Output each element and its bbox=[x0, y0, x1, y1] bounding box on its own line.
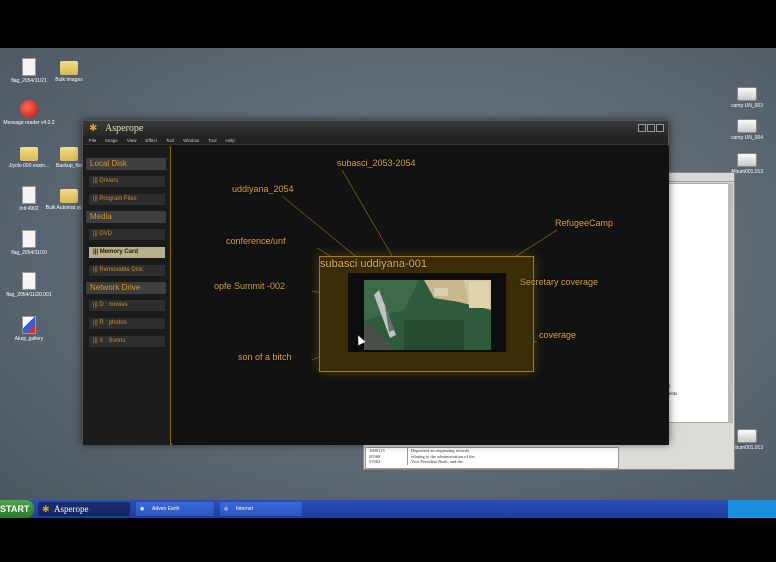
sidebar-item-movies[interactable]: ||| D : movies bbox=[89, 300, 165, 311]
document-icon bbox=[22, 230, 36, 248]
aerial-photo-thumbnail[interactable] bbox=[364, 280, 491, 350]
close-button[interactable] bbox=[656, 124, 664, 132]
document-table: 1000113 Deposited an requesting records 2… bbox=[365, 447, 619, 469]
app-icon bbox=[20, 100, 38, 118]
desktop-icon[interactable]: camp UN_003 bbox=[718, 84, 776, 109]
drive-icon bbox=[737, 429, 757, 443]
maximize-button[interactable] bbox=[647, 124, 655, 132]
tag-label[interactable]: conference/unf bbox=[226, 236, 286, 246]
menu-tool[interactable]: Tool bbox=[166, 136, 174, 144]
menu-image[interactable]: Image bbox=[105, 136, 118, 144]
menu-help[interactable]: Help bbox=[225, 136, 234, 144]
desktop-icon[interactable]: flag_2054/11/20.001 bbox=[0, 272, 58, 298]
desktop-icon[interactable]: Message reader v4.0.2 bbox=[0, 100, 58, 126]
start-button[interactable]: START bbox=[0, 500, 34, 518]
sidebar-item-drivers[interactable]: ||| Drivers bbox=[89, 176, 165, 187]
document-icon bbox=[22, 58, 36, 76]
minimize-button[interactable] bbox=[638, 124, 646, 132]
menu-effect[interactable]: Effect bbox=[145, 136, 156, 144]
document-icon bbox=[22, 272, 36, 290]
asperope-logo-icon: ✱ bbox=[89, 123, 98, 134]
folder-icon bbox=[60, 61, 78, 75]
taskbar-item-internet[interactable]: ◎ Internet bbox=[220, 502, 302, 516]
tag-label[interactable]: RefugeeCamp bbox=[555, 218, 613, 228]
drive-icon bbox=[737, 153, 757, 167]
globe-icon: ◉ bbox=[140, 506, 145, 512]
document-icon bbox=[22, 186, 36, 204]
menu-window[interactable]: Window bbox=[183, 136, 199, 144]
sidebar-header-network-drive[interactable]: Network Drive bbox=[86, 282, 166, 294]
tag-label[interactable]: Secretary coverage bbox=[520, 277, 598, 287]
tag-label[interactable]: son of a bitch bbox=[238, 352, 292, 362]
system-tray bbox=[728, 500, 776, 518]
tag-map-canvas[interactable]: subasci_2053-2054 uddiyana_2054 RefugeeC… bbox=[172, 146, 669, 445]
sidebar-item-sonns[interactable]: ||| X : Sonns bbox=[89, 336, 165, 347]
aerial-photo bbox=[364, 280, 491, 350]
browser-icon: ◎ bbox=[224, 506, 229, 512]
asperope-window[interactable]: ✱ Asperope File Image View Effect Tool W… bbox=[82, 120, 669, 445]
table-row: 57063 Vice President Bush, and the bbox=[366, 459, 618, 465]
menu-file[interactable]: File bbox=[89, 136, 96, 144]
sidebar-item-dvd[interactable]: ||| DVD bbox=[89, 229, 165, 240]
document-scrollbar[interactable] bbox=[728, 183, 733, 423]
sidebar-item-removable-disk[interactable]: ||| Removable Disk bbox=[89, 265, 165, 276]
sidebar-item-program-files[interactable]: ||| Program Files bbox=[89, 194, 165, 205]
tag-label[interactable]: coverage bbox=[539, 330, 576, 340]
folder-icon bbox=[20, 147, 38, 161]
asperope-logo-icon: ✱ bbox=[42, 504, 50, 514]
desktop-icon[interactable]: Aluqi_gallery bbox=[0, 316, 58, 342]
window-titlebar[interactable]: ✱ Asperope bbox=[83, 121, 668, 136]
tag-label[interactable]: opfe Summit -002 bbox=[214, 281, 285, 291]
desktop-icon[interactable]: camp UN_004 bbox=[718, 116, 776, 141]
tag-label[interactable]: uddiyana_2054 bbox=[232, 184, 294, 194]
menu-tool-2[interactable]: Tool bbox=[208, 136, 216, 144]
drive-icon bbox=[737, 87, 757, 101]
tag-label[interactable]: subasci_2053-2054 bbox=[337, 158, 416, 168]
center-tag-label[interactable]: subasci uddiyana-001 bbox=[320, 258, 427, 270]
drive-icon bbox=[737, 119, 757, 133]
sidebar: Local Disk ||| Drivers ||| Program Files… bbox=[83, 146, 171, 445]
sidebar-header-media[interactable]: Media bbox=[86, 211, 166, 223]
taskbar-item-adven-earth[interactable]: ◉ Adven Earth bbox=[136, 502, 214, 516]
folder-icon bbox=[60, 147, 78, 161]
menu-bar: File Image View Effect Tool Window Tool … bbox=[83, 136, 668, 145]
menu-view[interactable]: View bbox=[127, 136, 137, 144]
desktop-icon[interactable]: Bulk Images bbox=[40, 58, 98, 83]
desktop-icon[interactable]: flag_2054/11/20 bbox=[0, 230, 58, 256]
sidebar-item-photos[interactable]: ||| R : photos bbox=[89, 318, 165, 329]
gallery-icon bbox=[22, 316, 36, 334]
folder-icon bbox=[60, 189, 78, 203]
window-title: Asperope bbox=[105, 123, 144, 134]
sidebar-header-local-disk[interactable]: Local Disk bbox=[86, 158, 166, 170]
sidebar-item-memory-card[interactable]: ||| Memory Card bbox=[89, 247, 165, 258]
taskbar-item-asperope[interactable]: ✱ Asperope bbox=[38, 502, 130, 516]
